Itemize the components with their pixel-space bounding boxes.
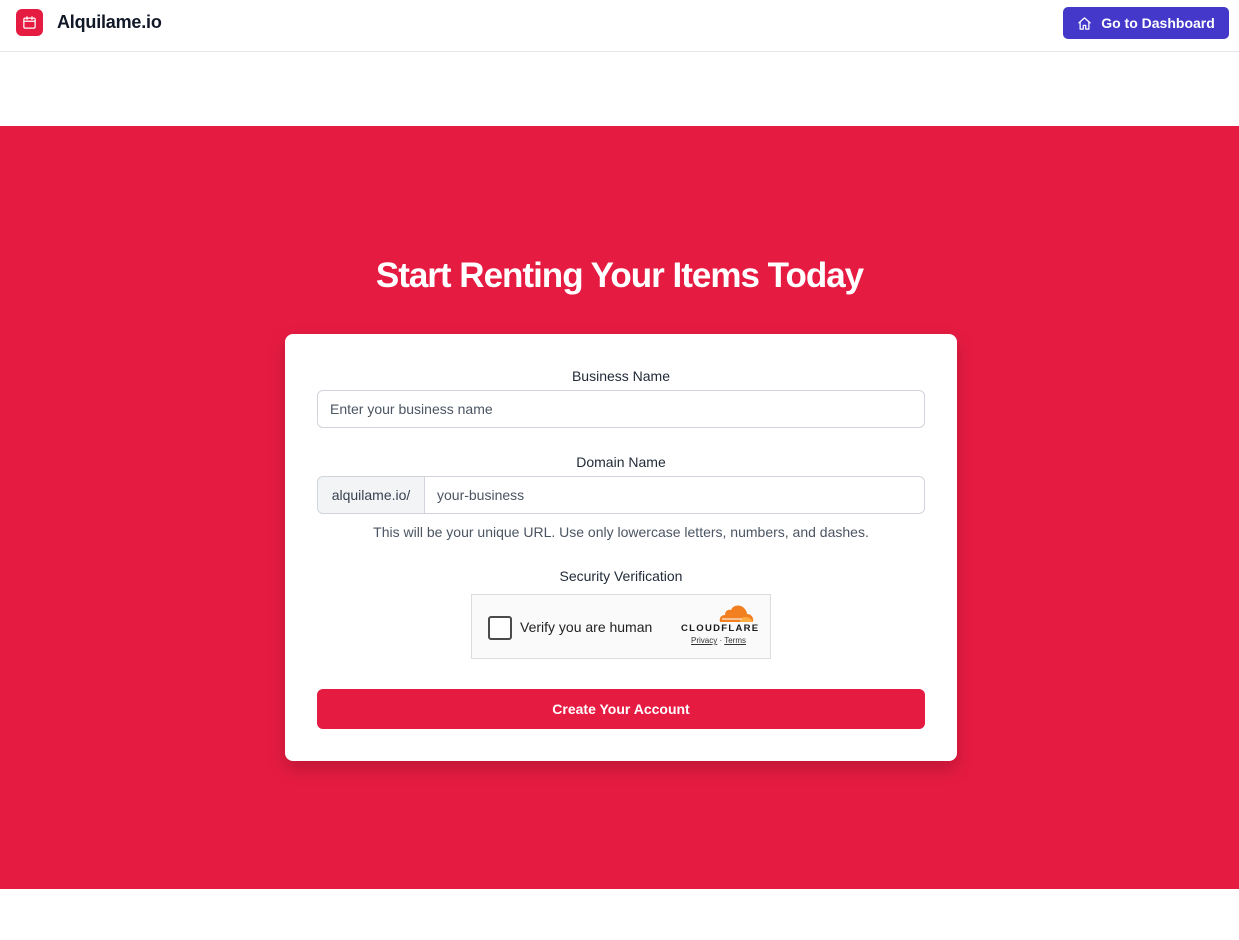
top-navbar: Alquilame.io Go to Dashboard <box>0 0 1239 52</box>
verify-human-label: Verify you are human <box>520 619 653 635</box>
domain-input-group: alquilame.io/ <box>317 476 925 514</box>
verify-human-checkbox[interactable] <box>488 616 512 640</box>
privacy-link[interactable]: Privacy <box>691 636 717 645</box>
go-to-dashboard-button[interactable]: Go to Dashboard <box>1063 7 1229 39</box>
cloudflare-links: Privacy · Terms <box>691 636 746 645</box>
hero-section: Start Renting Your Items Today Business … <box>0 126 1239 889</box>
terms-link[interactable]: Terms <box>724 636 746 645</box>
domain-prefix: alquilame.io/ <box>317 476 424 514</box>
links-separator: · <box>719 636 723 645</box>
domain-helper-text: This will be your unique URL. Use only l… <box>373 524 869 540</box>
business-name-label: Business Name <box>571 368 671 384</box>
domain-name-input[interactable] <box>424 476 925 514</box>
cloudflare-wordmark: CLOUDFLARE <box>681 623 760 634</box>
signup-form-card: Business Name Domain Name alquilame.io/ … <box>285 334 957 761</box>
create-account-button[interactable]: Create Your Account <box>317 689 925 729</box>
brand-logo-link[interactable]: Alquilame.io <box>16 9 162 36</box>
security-verification-label: Security Verification <box>559 568 683 584</box>
cloudflare-turnstile-widget: Verify you are human CLOUDFLARE Privacy … <box>471 594 771 659</box>
calendar-icon <box>16 9 43 36</box>
business-name-input[interactable] <box>317 390 925 428</box>
domain-name-label: Domain Name <box>576 454 666 470</box>
brand-name: Alquilame.io <box>57 12 162 32</box>
go-to-dashboard-label: Go to Dashboard <box>1101 15 1215 31</box>
hero-title: Start Renting Your Items Today <box>375 256 864 295</box>
home-icon <box>1077 16 1092 31</box>
